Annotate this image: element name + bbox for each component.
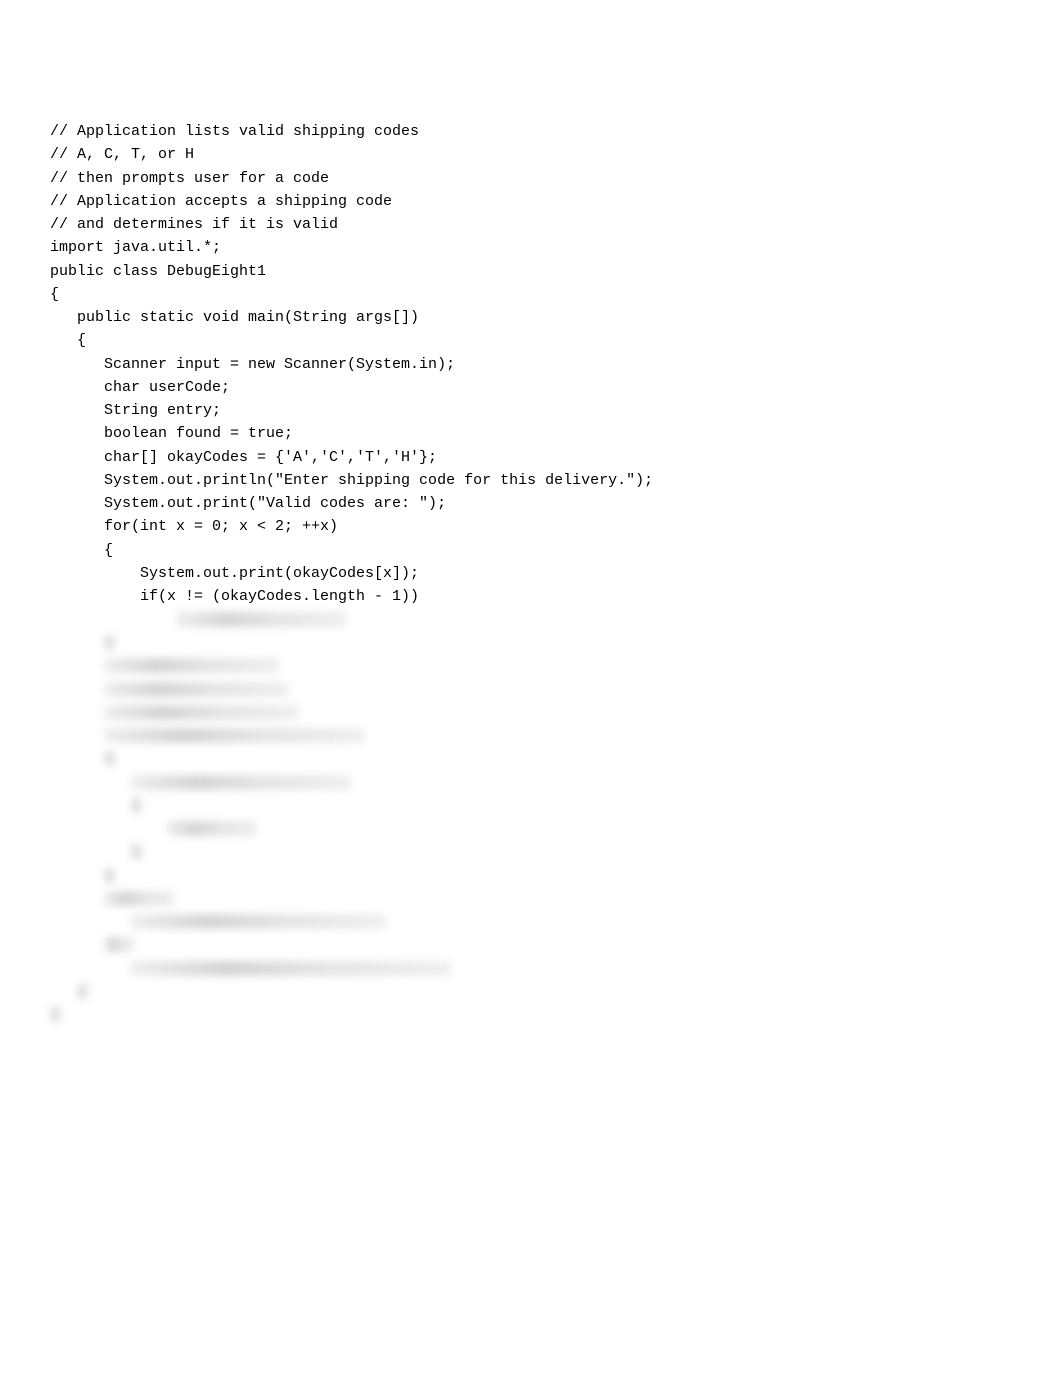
- blurred-line: [50, 934, 1012, 957]
- code-line: System.out.println("Enter shipping code …: [50, 472, 653, 489]
- blurred-line: [50, 771, 1012, 794]
- code-line: System.out.print("Valid codes are: ");: [50, 495, 446, 512]
- code-line: // and determines if it is valid: [50, 216, 338, 233]
- blurred-text: [104, 658, 279, 673]
- blurred-line: [50, 887, 1012, 910]
- blurred-line: [50, 608, 1012, 631]
- blurred-line: [50, 748, 1012, 771]
- blurred-line: [50, 1004, 1012, 1027]
- code-line: System.out.print(okayCodes[x]);: [50, 565, 419, 582]
- code-line: for(int x = 0; x < 2; ++x): [50, 518, 338, 535]
- blurred-text: [131, 914, 386, 929]
- blurred-line: [50, 841, 1012, 864]
- blurred-line: [50, 864, 1012, 887]
- code-line: char userCode;: [50, 379, 230, 396]
- code-line: // Application accepts a shipping code: [50, 193, 392, 210]
- blurred-line: [50, 911, 1012, 934]
- code-line: char[] okayCodes = {'A','C','T','H'};: [50, 449, 437, 466]
- blurred-text: [131, 961, 451, 976]
- blurred-text: [104, 751, 116, 766]
- blurred-line: [50, 678, 1012, 701]
- blurred-text: [77, 984, 89, 999]
- blurred-text: [131, 844, 143, 859]
- blurred-text: [104, 728, 364, 743]
- blurred-code-region: [50, 608, 1012, 1027]
- code-line: // A, C, T, or H: [50, 146, 194, 163]
- blurred-line: [50, 701, 1012, 724]
- blurred-text: [131, 798, 143, 813]
- blurred-line: [50, 980, 1012, 1003]
- code-line: if(x != (okayCodes.length - 1)): [50, 588, 419, 605]
- code-line: {: [50, 332, 86, 349]
- blurred-text: [50, 1007, 62, 1022]
- code-line: {: [50, 286, 59, 303]
- blurred-line: [50, 818, 1012, 841]
- code-line: import java.util.*;: [50, 239, 221, 256]
- code-line: boolean found = true;: [50, 425, 293, 442]
- blurred-line: [50, 957, 1012, 980]
- blurred-text: [104, 868, 116, 883]
- blurred-line: [50, 632, 1012, 655]
- blurred-text: [104, 891, 174, 906]
- blurred-text: [104, 635, 116, 650]
- code-line: Scanner input = new Scanner(System.in);: [50, 356, 455, 373]
- blurred-text: [104, 705, 299, 720]
- code-line: String entry;: [50, 402, 221, 419]
- blurred-text: [104, 682, 289, 697]
- code-line: public class DebugEight1: [50, 263, 266, 280]
- blurred-line: [50, 725, 1012, 748]
- code-line: {: [50, 542, 113, 559]
- code-line: public static void main(String args[]): [50, 309, 419, 326]
- code-snippet: // Application lists valid shipping code…: [50, 120, 1012, 608]
- blurred-line: [50, 794, 1012, 817]
- blurred-text: [176, 612, 346, 627]
- blurred-line: [50, 655, 1012, 678]
- blurred-text: [167, 821, 257, 836]
- blurred-text: [104, 937, 134, 952]
- code-line: // Application lists valid shipping code…: [50, 123, 419, 140]
- blurred-text: [131, 775, 351, 790]
- code-line: // then prompts user for a code: [50, 170, 329, 187]
